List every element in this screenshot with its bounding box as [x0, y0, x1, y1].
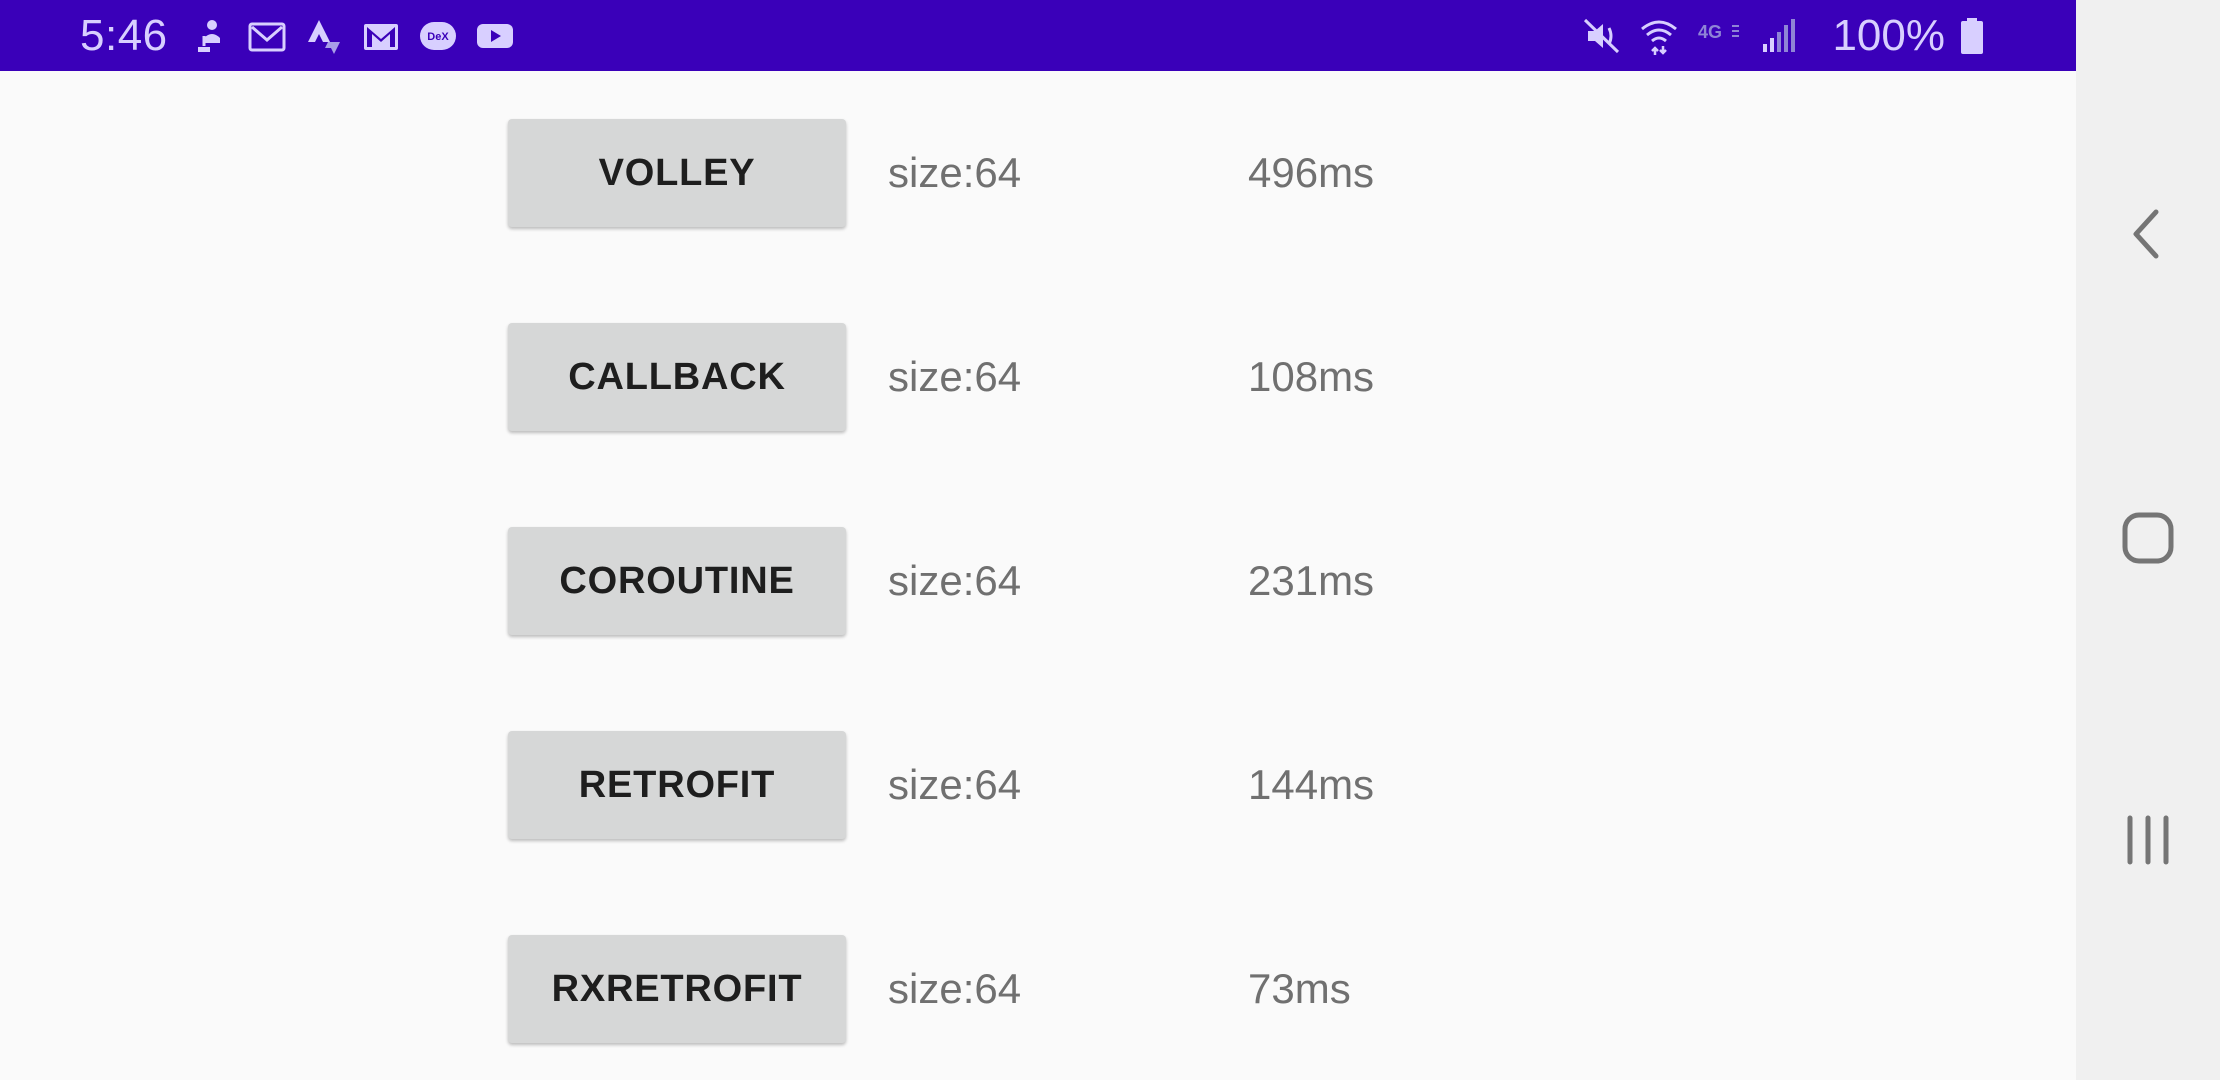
rxretrofit-button[interactable]: RXRETROFIT — [508, 935, 846, 1043]
time-label: 108ms — [1248, 353, 1375, 400]
retrofit-button[interactable]: RETROFIT — [508, 731, 846, 839]
size-label: size:64 — [888, 353, 1022, 400]
volley-button[interactable]: VOLLEY — [508, 119, 846, 227]
navigation-bar — [2076, 0, 2220, 1080]
status-right-group: 4G 100% — [1582, 0, 2002, 71]
wifi-icon — [1639, 16, 1679, 56]
benchmark-row-retrofit: RETROFIT size:64 144ms — [508, 731, 1708, 841]
benchmark-row-callback: CALLBACK size:64 108ms — [508, 323, 1708, 433]
gmail-outline-icon — [247, 16, 287, 56]
status-clock: 5:46 — [80, 10, 168, 60]
time-label: 231ms — [1248, 557, 1375, 604]
recent-apps-button[interactable] — [2112, 804, 2184, 876]
coroutine-button[interactable]: COROUTINE — [508, 527, 846, 635]
time-label: 73ms — [1248, 965, 1351, 1012]
dex-label: DeX — [427, 31, 449, 43]
network-type-icon: 4G — [1696, 16, 1742, 56]
time-label: 496ms — [1248, 149, 1375, 196]
gmail-icon — [361, 16, 401, 56]
youtube-icon — [475, 16, 515, 56]
benchmark-list: VOLLEY size:64 496ms CALLBACK size:64 10… — [0, 71, 2076, 1080]
size-label: size:64 — [888, 761, 1022, 808]
back-icon — [2133, 209, 2159, 259]
status-left-group: 5:46 DeX — [80, 0, 532, 71]
mute-icon — [1582, 16, 1622, 56]
home-icon — [2122, 512, 2174, 564]
time-label: 144ms — [1248, 761, 1375, 808]
callback-button[interactable]: CALLBACK — [508, 323, 846, 431]
benchmark-row-volley: VOLLEY size:64 496ms — [508, 119, 1708, 229]
dex-icon: DeX — [418, 16, 458, 56]
battery-icon — [1959, 16, 1985, 56]
status-bar: 5:46 DeX 4G 100% — [0, 0, 2076, 71]
battery-percent: 100% — [1832, 10, 1945, 60]
size-label: size:64 — [888, 965, 1022, 1012]
back-button[interactable] — [2112, 198, 2184, 270]
upload-person-icon — [190, 16, 230, 56]
benchmark-row-rxretrofit: RXRETROFIT size:64 73ms — [508, 935, 1708, 1045]
network-type-label: 4G — [1698, 22, 1722, 42]
size-label: size:64 — [888, 557, 1022, 604]
benchmark-row-coroutine: COROUTINE size:64 231ms — [508, 527, 1708, 637]
signal-icon — [1759, 16, 1799, 56]
recent-apps-icon — [2127, 815, 2169, 865]
home-button[interactable] — [2112, 502, 2184, 574]
size-label: size:64 — [888, 149, 1022, 196]
strava-icon — [304, 16, 344, 56]
